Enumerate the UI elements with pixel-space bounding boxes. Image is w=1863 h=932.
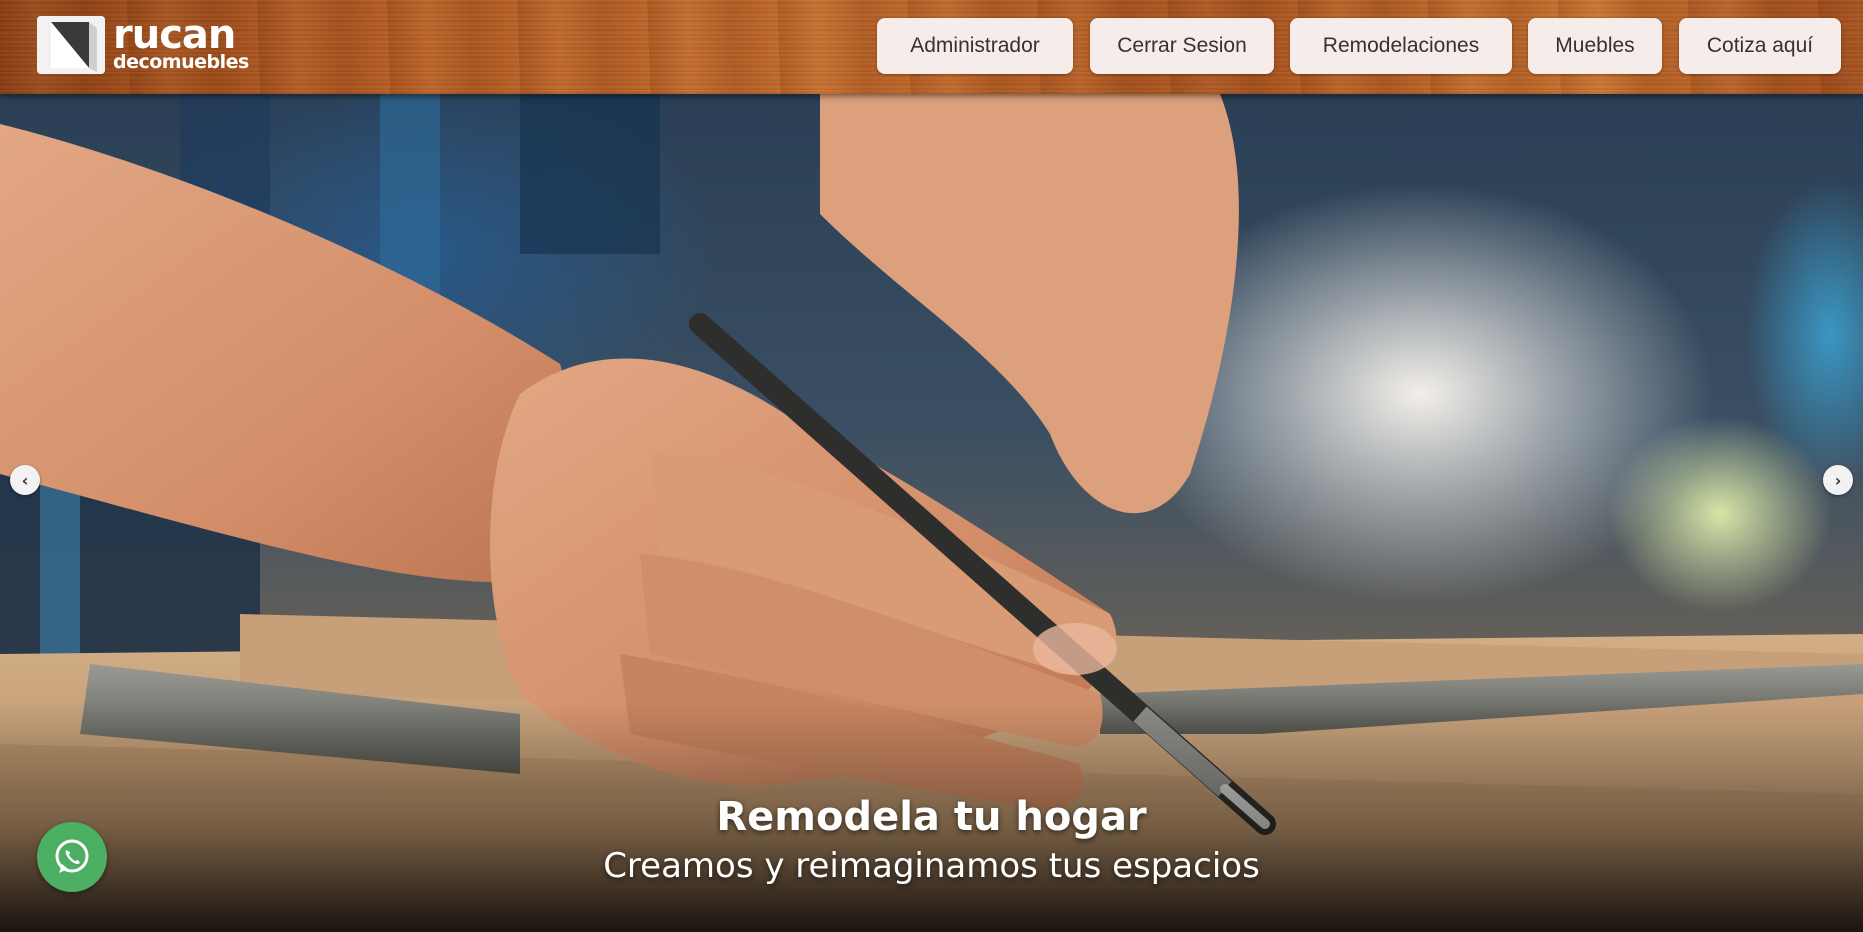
carousel-prev-button[interactable]: ‹: [10, 465, 40, 495]
whatsapp-button[interactable]: [37, 822, 107, 892]
main-nav: Administrador Cerrar Sesion Remodelacion…: [0, 18, 1863, 76]
hero-carousel: Remodela tu hogar Creamos y reimaginamos…: [0, 94, 1863, 932]
carousel-next-button[interactable]: ›: [1823, 465, 1853, 495]
site-header: rucan decomuebles Administrador Cerrar S…: [0, 0, 1863, 94]
hero-subtitle: Creamos y reimaginamos tus espacios: [603, 846, 1260, 886]
nav-cotiza-button[interactable]: Cotiza aquí: [1679, 18, 1841, 74]
nav-remodelaciones-button[interactable]: Remodelaciones: [1290, 18, 1512, 74]
nav-administrador-button[interactable]: Administrador: [877, 18, 1073, 74]
chevron-right-icon: ›: [1834, 470, 1842, 490]
nav-cerrar-sesion-button[interactable]: Cerrar Sesion: [1090, 18, 1274, 74]
nav-muebles-button[interactable]: Muebles: [1528, 18, 1662, 74]
whatsapp-icon: [55, 839, 89, 873]
chevron-left-icon: ‹: [21, 470, 29, 490]
hero-title: Remodela tu hogar: [716, 794, 1147, 840]
